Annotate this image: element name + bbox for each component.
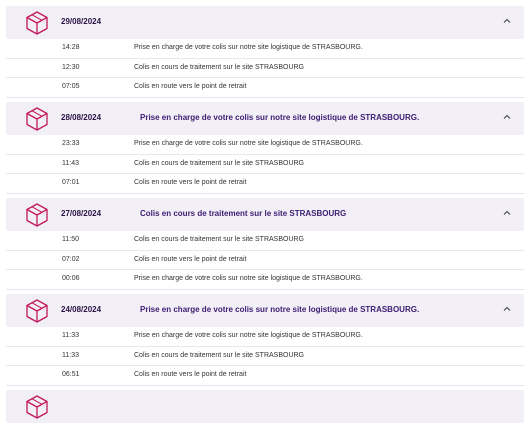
- event-text: Colis en cours de traitement sur le site…: [134, 351, 305, 359]
- event-row: 11:43 Colis en cours de traitement sur l…: [6, 155, 524, 174]
- event-text: Colis en cours de traitement sur le site…: [134, 63, 305, 71]
- event-row: 07:05 Colis en route vers le point de re…: [6, 78, 524, 98]
- event-row: 06:51 Colis en route vers le point de re…: [6, 366, 524, 386]
- chevron-up-icon[interactable]: [501, 111, 513, 123]
- day-group: 28/08/2024 Prise en charge de votre coli…: [0, 102, 530, 194]
- day-date: 24/08/2024: [61, 305, 102, 314]
- event-text: Colis en route vers le point de retrait: [134, 179, 247, 186]
- tracking-history: 29/08/2024 14:28 Prise en charge de votr…: [0, 0, 530, 423]
- day-header[interactable]: 27/08/2024 Colis en cours de traitement …: [6, 198, 524, 231]
- package-icon: [26, 11, 48, 35]
- event-row: 11:33 Prise en charge de votre colis sur…: [6, 327, 524, 347]
- day-headline: Prise en charge de votre colis sur notre…: [140, 113, 420, 122]
- event-text: Prise en charge de votre colis sur notre…: [134, 275, 363, 282]
- event-time: 11:33: [62, 351, 79, 359]
- day-group: 27/08/2024 Colis en cours de traitement …: [0, 198, 530, 290]
- event-text: Colis en route vers le point de retrait: [134, 255, 247, 263]
- package-icon: [26, 203, 48, 227]
- event-text: Colis en cours de traitement sur le site…: [134, 159, 305, 167]
- event-text: Prise en charge de votre colis sur notre…: [134, 140, 363, 147]
- package-icon: [26, 299, 48, 323]
- event-row: 23:33 Prise en charge de votre colis sur…: [6, 135, 524, 155]
- day-header[interactable]: 28/08/2024 Prise en charge de votre coli…: [6, 102, 524, 135]
- day-headline: Colis en cours de traitement sur le site…: [140, 209, 347, 218]
- event-time: 07:05: [62, 83, 80, 90]
- event-text: Colis en route vers le point de retrait: [134, 83, 247, 90]
- chevron-up-icon[interactable]: [501, 303, 513, 315]
- event-row: 11:50 Colis en cours de traitement sur l…: [6, 231, 524, 251]
- day-headline: Prise en charge de votre colis sur notre…: [140, 305, 420, 314]
- event-text: Colis en cours de traitement sur le site…: [134, 236, 305, 243]
- event-time: 23:33: [62, 140, 80, 147]
- event-text: Colis en route vers le point de retrait: [134, 371, 247, 378]
- event-time: 14:28: [62, 44, 80, 51]
- event-time: 07:02: [62, 255, 80, 263]
- event-time: 11:43: [62, 159, 79, 167]
- event-row: 11:33 Colis en cours de traitement sur l…: [6, 347, 524, 366]
- event-text: Prise en charge de votre colis sur notre…: [134, 332, 363, 339]
- event-row: 07:01 Colis en route vers le point de re…: [6, 174, 524, 194]
- event-row: 14:28 Prise en charge de votre colis sur…: [6, 39, 524, 59]
- event-time: 06:51: [62, 371, 80, 378]
- day-date: 28/08/2024: [61, 113, 102, 122]
- package-icon: [26, 107, 48, 131]
- chevron-up-icon[interactable]: [501, 15, 513, 27]
- event-text: Prise en charge de votre colis sur notre…: [134, 44, 363, 51]
- day-group: 29/08/2024 14:28 Prise en charge de votr…: [0, 6, 530, 98]
- event-time: 00:06: [62, 275, 80, 282]
- day-header[interactable]: 29/08/2024: [6, 6, 524, 39]
- event-time: 11:50: [62, 236, 79, 243]
- event-row: 12:30 Colis en cours de traitement sur l…: [6, 59, 524, 78]
- day-group: 24/08/2024 Prise en charge de votre coli…: [0, 294, 530, 386]
- event-time: 11:33: [62, 332, 79, 339]
- day-header[interactable]: 24/08/2024 Prise en charge de votre coli…: [6, 294, 524, 327]
- event-time: 07:01: [62, 179, 80, 186]
- day-header[interactable]: [6, 390, 524, 423]
- event-row: 07:02 Colis en route vers le point de re…: [6, 251, 524, 270]
- day-date: 29/08/2024: [61, 17, 102, 26]
- event-row: 00:06 Prise en charge de votre colis sur…: [6, 270, 524, 290]
- day-group: [0, 390, 530, 423]
- event-time: 12:30: [62, 63, 80, 71]
- day-date: 27/08/2024: [61, 209, 102, 218]
- chevron-up-icon[interactable]: [501, 207, 513, 219]
- package-icon: [26, 395, 48, 419]
